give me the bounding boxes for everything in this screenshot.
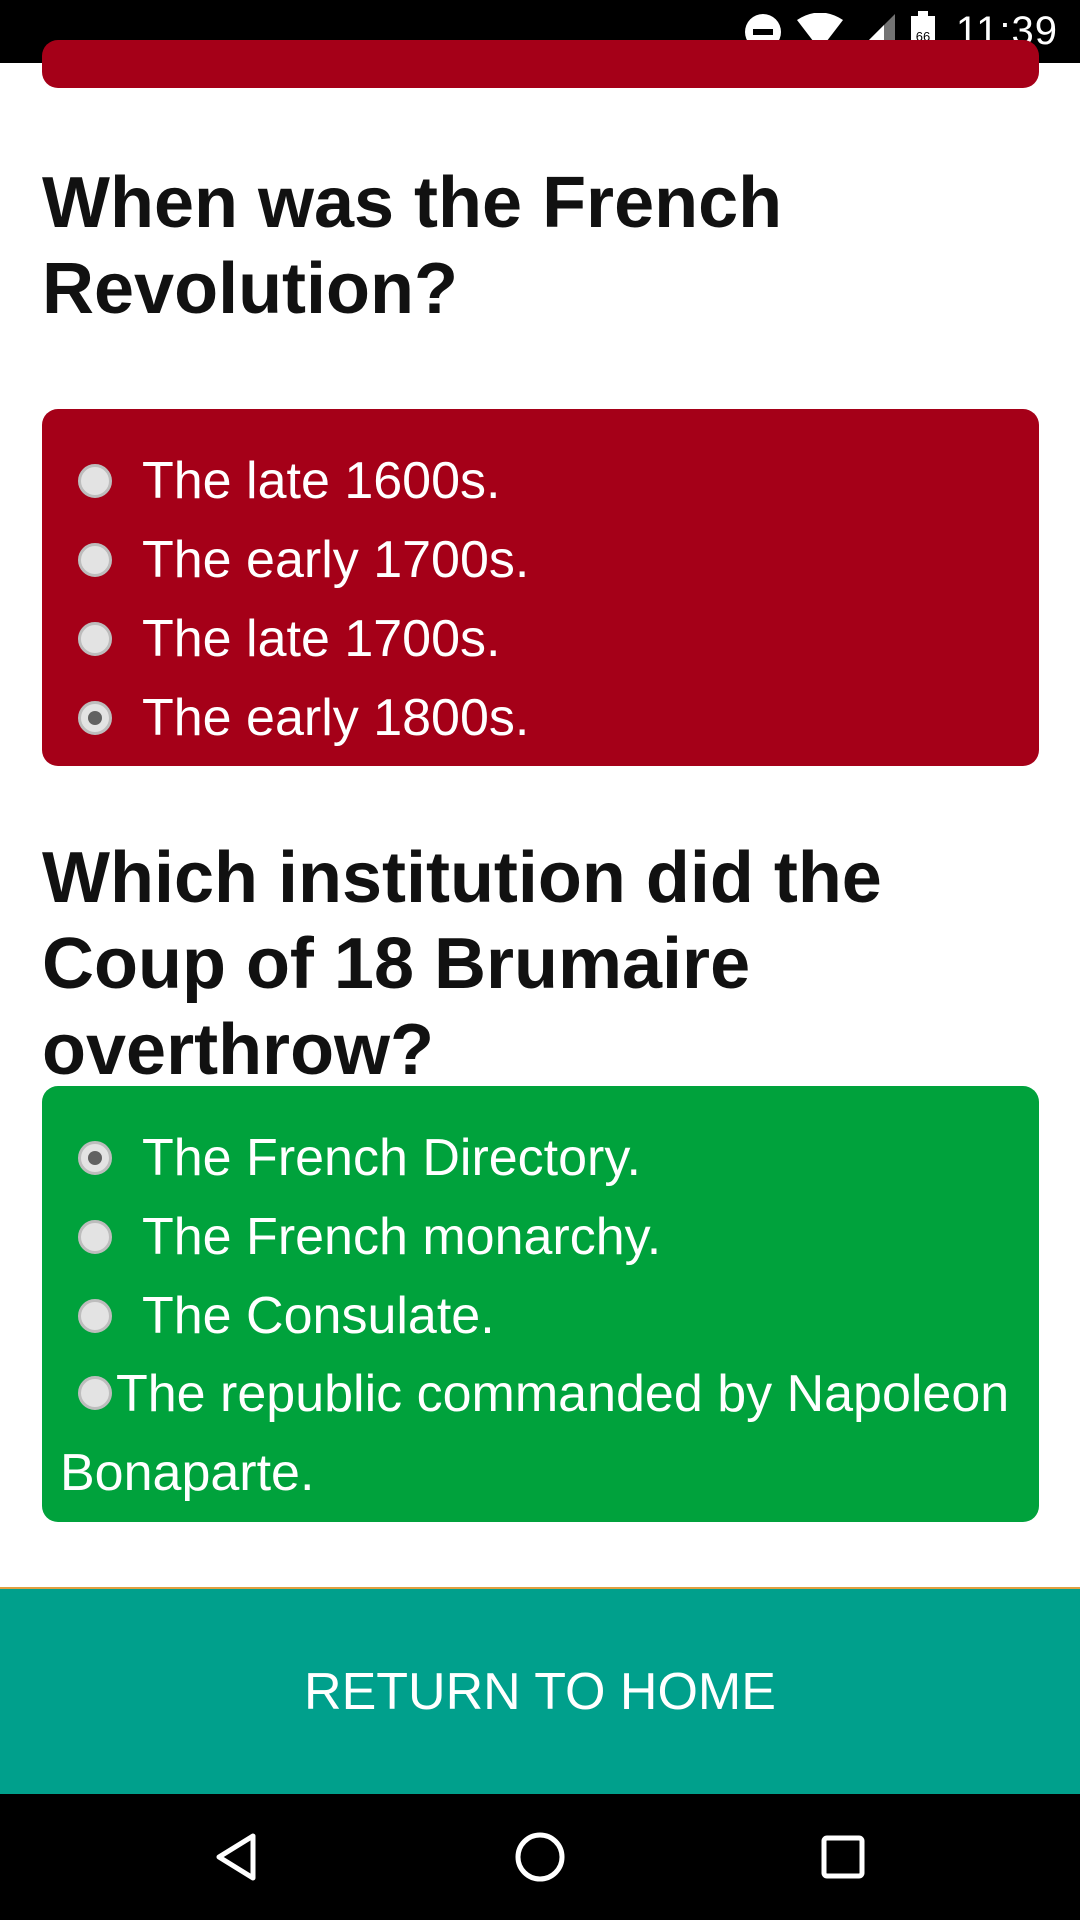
radio-option[interactable]: The late 1700s. bbox=[78, 599, 1019, 678]
question-title: Which institution did the Coup of 18 Bru… bbox=[42, 838, 882, 1090]
recents-icon[interactable] bbox=[813, 1827, 873, 1887]
return-to-home-button[interactable]: RETURN TO HOME bbox=[0, 1587, 1080, 1794]
radio-option[interactable]: The Consulate. bbox=[78, 1276, 1019, 1355]
back-icon[interactable] bbox=[206, 1827, 266, 1887]
radio-option-selected[interactable]: The French Directory. bbox=[78, 1118, 1019, 1197]
option-label: The late 1700s. bbox=[142, 609, 501, 668]
question-title: When was the French Revolution? bbox=[42, 163, 783, 329]
radio-button-checked[interactable] bbox=[78, 700, 112, 735]
radio-button[interactable] bbox=[78, 621, 112, 656]
option-label: The French monarchy. bbox=[142, 1207, 662, 1266]
radio-option[interactable]: The late 1600s. bbox=[78, 441, 1019, 520]
option-label: The Consulate. bbox=[142, 1286, 495, 1345]
radio-button[interactable] bbox=[78, 463, 112, 498]
radio-option-selected[interactable]: The early 1800s. bbox=[78, 678, 1019, 757]
radio-button[interactable] bbox=[78, 1219, 112, 1254]
radio-button[interactable] bbox=[78, 1376, 112, 1411]
option-label: The republic commanded by Napoleon Bonap… bbox=[60, 1365, 1010, 1502]
radio-button-checked[interactable] bbox=[78, 1140, 112, 1175]
screen: 66 11:39 When was the French Revolution?… bbox=[0, 0, 1080, 1920]
radio-button[interactable] bbox=[78, 542, 112, 577]
answer-card-correct: The French Directory. The French monarch… bbox=[42, 1086, 1039, 1522]
answer-card-incorrect: The late 1600s. The early 1700s. The lat… bbox=[42, 409, 1039, 766]
option-label: The early 1700s. bbox=[142, 530, 530, 589]
radio-option[interactable]: The early 1700s. bbox=[78, 520, 1019, 599]
return-button-label: RETURN TO HOME bbox=[304, 1662, 776, 1721]
home-icon[interactable] bbox=[510, 1827, 570, 1887]
radio-button[interactable] bbox=[78, 1298, 112, 1333]
option-label: The French Directory. bbox=[142, 1128, 641, 1187]
option-label: The early 1800s. bbox=[142, 688, 530, 747]
radio-option[interactable]: The republic commanded by Napoleon Bonap… bbox=[60, 1355, 1019, 1513]
radio-option[interactable]: The French monarchy. bbox=[78, 1197, 1019, 1276]
previous-answer-card bbox=[42, 40, 1039, 88]
navigation-bar bbox=[0, 1794, 1080, 1920]
option-label: The late 1600s. bbox=[142, 451, 501, 510]
